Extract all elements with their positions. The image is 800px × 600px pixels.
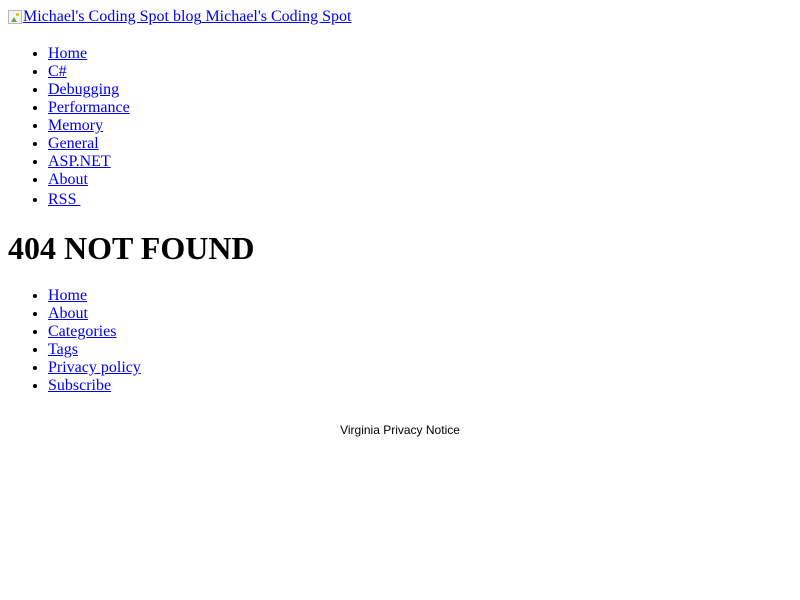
top-nav-item-general: General	[48, 135, 792, 153]
footer-nav-link-tags[interactable]: Tags	[48, 341, 78, 358]
site-header: Michael's Coding Spot blog Michael's Cod…	[8, 8, 792, 29]
top-nav-item-home: Home	[48, 45, 792, 63]
footer-nav-link-home[interactable]: Home	[48, 287, 87, 304]
top-nav-link-memory[interactable]: Memory	[48, 117, 103, 134]
footer-nav-item-subscribe: Subscribe	[48, 377, 792, 395]
footer-nav-link-about[interactable]: About	[48, 305, 88, 322]
privacy-notice-container: Virginia Privacy Notice	[8, 421, 792, 439]
broken-image-icon	[8, 10, 22, 24]
footer-nav-link-subscribe[interactable]: Subscribe	[48, 377, 111, 394]
top-nav-item-aspnet: ASP.NET	[48, 153, 792, 171]
top-navigation: Home C# Debugging Performance Memory Gen…	[8, 45, 792, 209]
top-nav-link-general[interactable]: General	[48, 135, 99, 152]
footer-nav-item-home: Home	[48, 287, 792, 305]
top-nav-link-csharp[interactable]: C#	[48, 63, 67, 80]
top-nav-item-memory: Memory	[48, 117, 792, 135]
top-nav-item-performance: Performance	[48, 99, 792, 117]
site-logo-alt-text: Michael's Coding Spot blog	[23, 8, 202, 25]
top-nav-link-debugging[interactable]: Debugging	[48, 81, 119, 98]
site-name: Michael's Coding Spot	[205, 8, 352, 25]
virginia-privacy-notice-link[interactable]: Virginia Privacy Notice	[340, 423, 460, 437]
top-nav-item-about: About	[48, 171, 792, 189]
top-nav-link-home[interactable]: Home	[48, 45, 87, 62]
footer-navigation: Home About Categories Tags Privacy polic…	[8, 287, 792, 395]
top-nav-link-performance[interactable]: Performance	[48, 99, 130, 116]
footer-nav-link-privacy-policy[interactable]: Privacy policy	[48, 359, 141, 376]
footer-nav-item-tags: Tags	[48, 341, 792, 359]
footer-nav-item-categories: Categories	[48, 323, 792, 341]
site-logo-link[interactable]: Michael's Coding Spot blog Michael's Cod…	[8, 8, 351, 26]
page: Michael's Coding Spot blog Michael's Cod…	[0, 0, 800, 447]
footer-nav-item-about: About	[48, 305, 792, 323]
top-nav-item-debugging: Debugging	[48, 81, 792, 99]
top-nav-link-aspnet[interactable]: ASP.NET	[48, 153, 111, 170]
page-title: 404 NOT FOUND	[8, 230, 255, 266]
top-nav-link-about[interactable]: About	[48, 171, 88, 188]
footer-nav-item-privacy-policy: Privacy policy	[48, 359, 792, 377]
top-nav-item-rss: RSS	[48, 191, 792, 209]
footer-nav-link-categories[interactable]: Categories	[48, 323, 116, 340]
site-logo-image: Michael's Coding Spot blog	[8, 8, 201, 26]
top-nav-link-rss[interactable]: RSS	[48, 191, 80, 208]
top-nav-item-csharp: C#	[48, 63, 792, 81]
